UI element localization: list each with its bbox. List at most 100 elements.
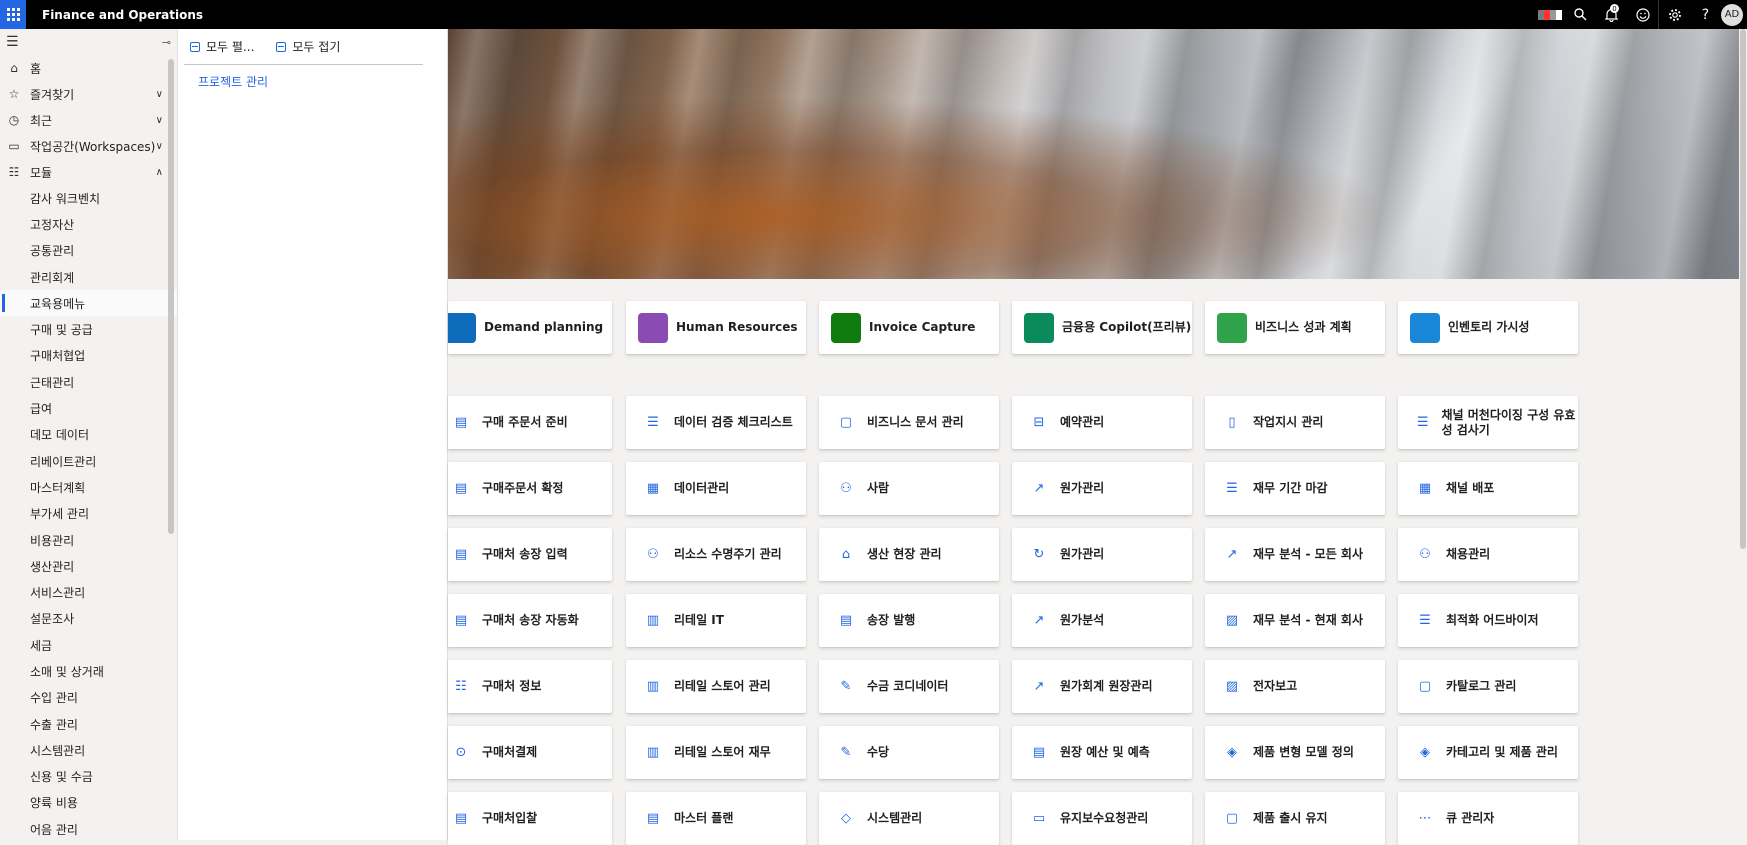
module-item[interactable]: 시스템관리: [0, 737, 177, 763]
app-tile[interactable]: 비즈니스 성과 계획: [1205, 301, 1385, 354]
module-item[interactable]: 구매 및 공급: [0, 316, 177, 342]
module-item[interactable]: 공통관리: [0, 238, 177, 264]
workspace-tile[interactable]: ☰ 재무 기간 마감: [1205, 462, 1385, 515]
workspace-tile[interactable]: ☰ 채널 머천다이징 구성 유효성 검사기: [1398, 396, 1578, 449]
workspace-tile[interactable]: ▤ 구매주문서 확정: [448, 462, 612, 515]
workspace-tile[interactable]: ⚇ 사람: [819, 462, 999, 515]
flyout-link-project-management[interactable]: 프로젝트 관리: [198, 73, 447, 90]
workspace-tile[interactable]: ▦ 데이터관리: [626, 462, 806, 515]
workspace-tile[interactable]: ◇ 시스템관리: [819, 792, 999, 845]
module-item[interactable]: 교육용메뉴: [0, 290, 177, 317]
page-scrollbar[interactable]: [1739, 29, 1747, 840]
workspace-tile[interactable]: ⋯ 큐 관리자: [1398, 792, 1578, 845]
module-item[interactable]: 생산관리: [0, 553, 177, 579]
help-button[interactable]: ?: [1690, 0, 1721, 29]
workspace-tile[interactable]: ▤ 원장 예산 및 예측: [1012, 726, 1192, 779]
nav-item-home[interactable]: ⌂ 홈: [0, 55, 177, 81]
collapse-all-button[interactable]: 모두 접기: [276, 38, 340, 55]
module-item[interactable]: 마스터계획: [0, 474, 177, 500]
workspace-tile[interactable]: ▤ 구매처 송장 입력: [448, 528, 612, 581]
app-tile[interactable]: Human Resources: [626, 301, 806, 354]
module-item[interactable]: 데모 데이터: [0, 422, 177, 448]
workspace-tile[interactable]: ◈ 카테고리 및 제품 관리: [1398, 726, 1578, 779]
module-item[interactable]: 서비스관리: [0, 579, 177, 605]
workspace-tile[interactable]: ▨ 재무 분석 - 현재 회사: [1205, 594, 1385, 647]
workspace-tile[interactable]: ▤ 송장 발행: [819, 594, 999, 647]
module-item[interactable]: 비용관리: [0, 527, 177, 553]
workspace-tile-label: 채용관리: [1446, 547, 1491, 561]
nav-item-favorites[interactable]: ☆ 즐겨찾기 ∨: [0, 81, 177, 107]
workspace-tile[interactable]: ▢ 비즈니스 문서 관리: [819, 396, 999, 449]
feedback-button[interactable]: [1627, 0, 1658, 29]
avatar[interactable]: AD: [1721, 3, 1743, 26]
workspace-tile[interactable]: ▤ 마스터 플랜: [626, 792, 806, 845]
workspace-tile[interactable]: ▤ 구매 주문서 준비: [448, 396, 612, 449]
app-title[interactable]: Finance and Operations: [42, 8, 203, 22]
hamburger-icon[interactable]: ☰: [6, 34, 19, 50]
workspace-tile[interactable]: ▢ 제품 출시 유지: [1205, 792, 1385, 845]
workspace-tile[interactable]: ◈ 제품 변형 모델 정의: [1205, 726, 1385, 779]
list-icon: ☷: [8, 165, 20, 179]
workspace-tile[interactable]: ⚇ 리소스 수명주기 관리: [626, 528, 806, 581]
workspace-tile[interactable]: ▢ 카탈로그 관리: [1398, 660, 1578, 713]
notifications-button[interactable]: 0: [1596, 0, 1627, 29]
module-item[interactable]: 수출 관리: [0, 711, 177, 737]
workspace-tile[interactable]: ↗ 재무 분석 - 모든 회사: [1205, 528, 1385, 581]
workspace-tile[interactable]: ↗ 원가회계 원장관리: [1012, 660, 1192, 713]
module-item[interactable]: 급여: [0, 395, 177, 421]
module-item[interactable]: 설문조사: [0, 606, 177, 632]
nav-item-modules[interactable]: ☷ 모듈 ∧: [0, 159, 177, 185]
workspace-tile[interactable]: ⊟ 예약관리: [1012, 396, 1192, 449]
settings-button[interactable]: [1659, 0, 1690, 29]
workspace-tile[interactable]: ☷ 구매처 정보: [448, 660, 612, 713]
workspace-tile[interactable]: ▤ 구매처입찰: [448, 792, 612, 845]
workspace-tile[interactable]: ▥ 리테일 IT: [626, 594, 806, 647]
module-item[interactable]: 리베이트관리: [0, 448, 177, 474]
workspace-tile-label: 원가관리: [1060, 481, 1105, 495]
module-item[interactable]: 부가세 관리: [0, 501, 177, 527]
expand-all-button[interactable]: 모두 펼...: [190, 38, 254, 55]
workspace-tile[interactable]: ⚇ 채용관리: [1398, 528, 1578, 581]
search-button[interactable]: [1565, 0, 1596, 29]
app-tile[interactable]: Demand planning: [448, 301, 612, 354]
workspace-tile[interactable]: ▯ 작업지시 관리: [1205, 396, 1385, 449]
workspace-tile[interactable]: ▥ 리테일 스토어 재무: [626, 726, 806, 779]
module-item[interactable]: 소매 및 상거래: [0, 658, 177, 684]
module-item[interactable]: 구매처협업: [0, 343, 177, 369]
pin-icon[interactable]: ⊸: [162, 36, 171, 49]
workspace-tile[interactable]: ⊙ 구매처결제: [448, 726, 612, 779]
module-flyout: 모두 펼... 모두 접기 프로젝트 관리: [178, 29, 448, 840]
nav-scrollbar[interactable]: [168, 59, 174, 534]
chevron-down-icon: ∨: [155, 140, 163, 152]
workspace-tile[interactable]: ↻ 원가관리: [1012, 528, 1192, 581]
workspace-tile-label: 원장 예산 및 예측: [1060, 745, 1150, 759]
workspace-tile[interactable]: ☰ 최적화 어드바이저: [1398, 594, 1578, 647]
module-item[interactable]: 신용 및 수금: [0, 764, 177, 790]
workspace-tile[interactable]: ☰ 데이터 검증 체크리스트: [626, 396, 806, 449]
module-item[interactable]: 수입 관리: [0, 685, 177, 711]
module-item[interactable]: 양륙 비용: [0, 790, 177, 816]
workspace-tile[interactable]: ✎ 수당: [819, 726, 999, 779]
workspace-tile[interactable]: ↗ 원가분석: [1012, 594, 1192, 647]
module-item[interactable]: 감사 워크벤치: [0, 185, 177, 211]
module-item[interactable]: 근태관리: [0, 369, 177, 395]
workspace-tile[interactable]: ▨ 전자보고: [1205, 660, 1385, 713]
module-item[interactable]: 관리회계: [0, 264, 177, 290]
nav-item-recent[interactable]: ◷ 최근 ∨: [0, 107, 177, 133]
module-item[interactable]: 세금: [0, 632, 177, 658]
workspace-tile[interactable]: ▦ 채널 배포: [1398, 462, 1578, 515]
app-launcher-button[interactable]: [0, 0, 26, 29]
workspace-tile[interactable]: ▭ 유지보수요청관리: [1012, 792, 1192, 845]
module-item[interactable]: 어음 관리: [0, 816, 177, 840]
workspace-tile[interactable]: ↗ 원가관리: [1012, 462, 1192, 515]
module-item[interactable]: 고정자산: [0, 211, 177, 237]
workspace-tile[interactable]: ⌂ 생산 현장 관리: [819, 528, 999, 581]
app-tile[interactable]: 금융용 Copilot(프리뷰): [1012, 301, 1192, 354]
workspace-tile[interactable]: ▤ 구매처 송장 자동화: [448, 594, 612, 647]
app-tile[interactable]: Invoice Capture: [819, 301, 999, 354]
app-tile[interactable]: 인벤토리 가시성: [1398, 301, 1578, 354]
workspace-tile[interactable]: ✎ 수금 코디네이터: [819, 660, 999, 713]
scrollbar-thumb[interactable]: [1740, 29, 1746, 549]
workspace-tile[interactable]: ▥ 리테일 스토어 관리: [626, 660, 806, 713]
nav-item-workspaces[interactable]: ▭ 작업공간(Workspaces) ∨: [0, 133, 177, 159]
